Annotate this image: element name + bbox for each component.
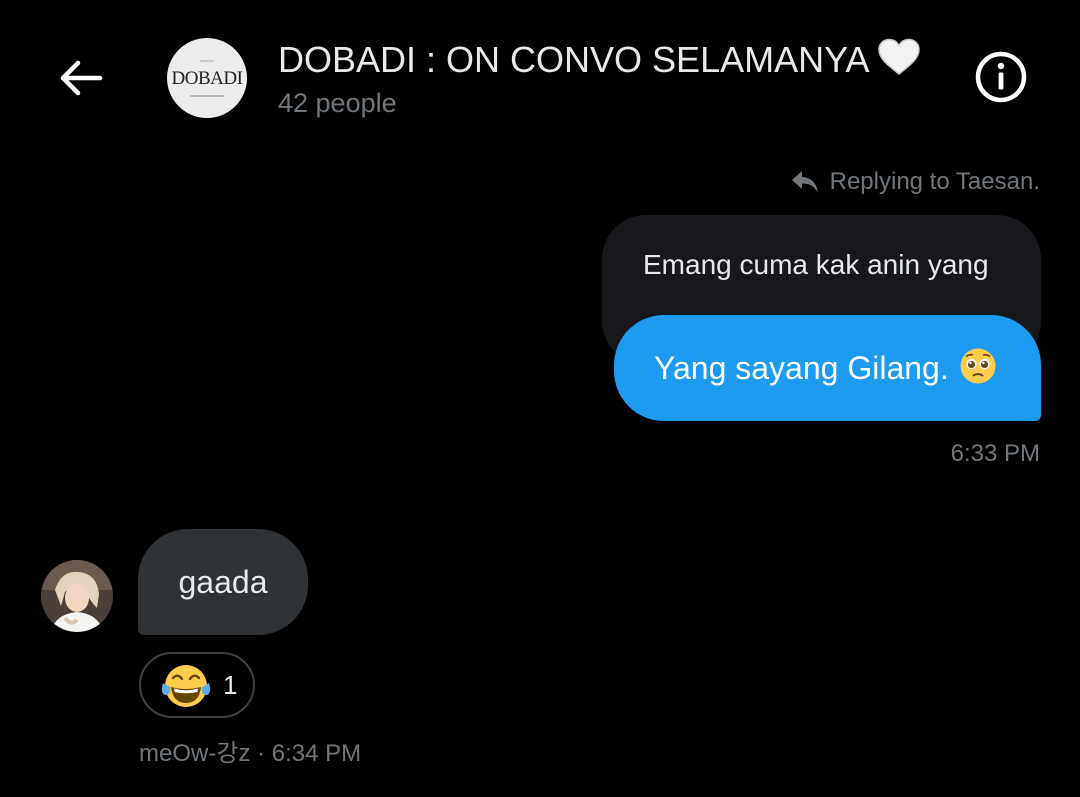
group-title: DOBADI : ON CONVO SELAMANYA bbox=[278, 38, 921, 86]
reply-label: Replying to Taesan. bbox=[829, 168, 1040, 195]
member-count: 42 people bbox=[278, 88, 397, 119]
incoming-message-bubble[interactable]: gaada bbox=[138, 529, 308, 635]
avatar-logo-text: DOBADI bbox=[171, 67, 243, 89]
avatar-decoration bbox=[200, 59, 214, 62]
pleading-face-icon bbox=[959, 347, 997, 390]
sender-name: meOw-강z bbox=[139, 740, 251, 767]
outgoing-message-text: Yang sayang Gilang. bbox=[654, 349, 949, 386]
outgoing-message-bubble[interactable]: Yang sayang Gilang. bbox=[614, 315, 1041, 421]
reply-icon bbox=[791, 171, 818, 193]
conversation-info[interactable]: DOBADI : ON CONVO SELAMANYA 42 people bbox=[278, 38, 921, 119]
back-button[interactable] bbox=[54, 52, 106, 104]
reply-context: Replying to Taesan. bbox=[790, 168, 1040, 196]
outgoing-timestamp: 6:33 PM bbox=[950, 440, 1040, 467]
group-title-text: DOBADI : ON CONVO SELAMANYA bbox=[278, 39, 870, 80]
conversation-header: DOBADI DOBADI : ON CONVO SELAMANYA 42 pe… bbox=[0, 0, 1080, 150]
white-heart-icon bbox=[877, 38, 921, 86]
sender-avatar[interactable] bbox=[41, 560, 113, 632]
avatar-decoration bbox=[190, 94, 224, 97]
meta-separator: · bbox=[250, 740, 272, 767]
info-button[interactable] bbox=[974, 50, 1028, 104]
incoming-message-meta: meOw-강z · 6:34 PM bbox=[139, 733, 361, 768]
incoming-timestamp: 6:34 PM bbox=[271, 740, 362, 767]
reaction-count: 1 bbox=[223, 669, 238, 700]
tears-of-joy-icon bbox=[161, 665, 211, 707]
quoted-message-text: Emang cuma kak anin yang bbox=[643, 249, 989, 280]
arrow-left-icon bbox=[60, 60, 103, 96]
group-avatar[interactable]: DOBADI bbox=[167, 38, 247, 118]
info-icon bbox=[975, 51, 1027, 103]
reaction-pill[interactable]: 1 bbox=[139, 652, 255, 718]
incoming-message-text: gaada bbox=[178, 563, 268, 600]
